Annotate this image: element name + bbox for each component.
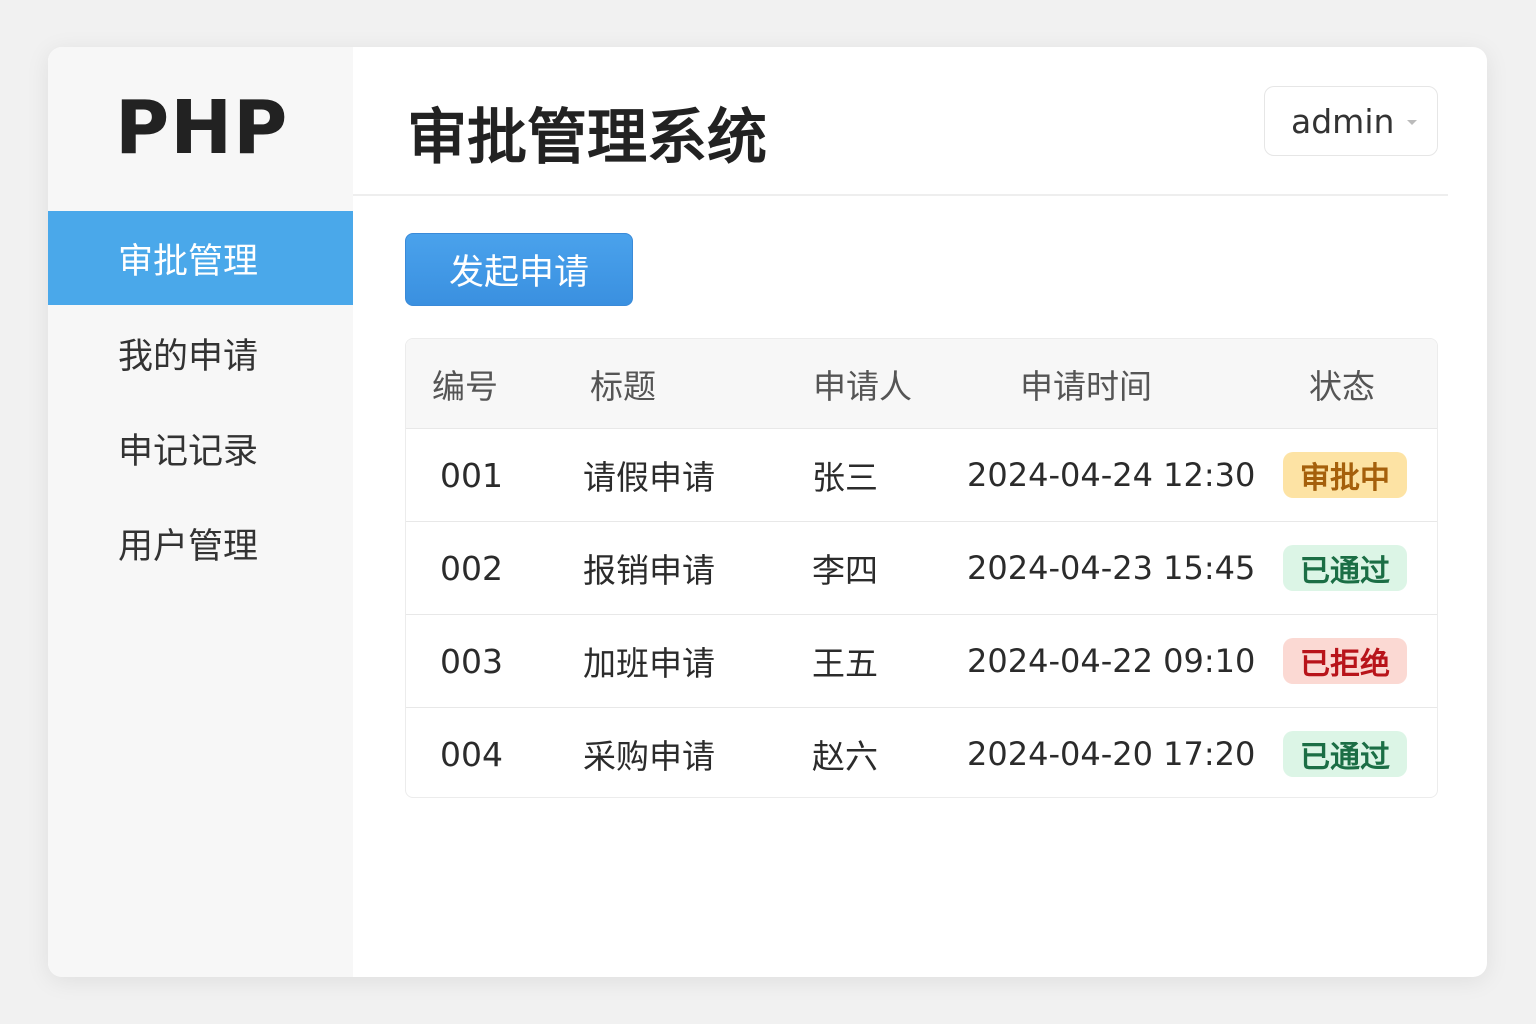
logo: PHP [115, 85, 289, 171]
cell-applicant: 张三 [812, 458, 878, 497]
sidebar-item-approval-management[interactable]: 审批管理 [48, 211, 353, 305]
status-badge: 已通过 [1283, 545, 1407, 591]
cell-time: 2024-04-22 09:10 [967, 642, 1256, 680]
status-badge: 已通过 [1283, 731, 1407, 777]
username: admin [1291, 101, 1395, 141]
sidebar-item-label: 审批管理 [118, 241, 259, 282]
cell-id: 001 [440, 455, 503, 495]
requests-table: 编号 标题 申请人 申请时间 状态 001 请假申请 张三 2024-04-24… [405, 338, 1438, 798]
caret-down-icon [1407, 120, 1417, 125]
sidebar-item-label: 用户管理 [118, 526, 259, 567]
page-title: 审批管理系统 [407, 103, 767, 173]
cell-id: 004 [440, 734, 503, 774]
sidebar-item-user-management[interactable]: 用户管理 [48, 496, 353, 590]
new-request-button[interactable]: 发起申请 [405, 233, 633, 306]
table-row[interactable]: 004 采购申请 赵六 2024-04-20 17:20 已通过 [406, 707, 1437, 797]
cell-id: 002 [440, 548, 503, 588]
app-window: PHP 审批管理 我的申请 申记记录 用户管理 审批管理系统 admin 发起申… [48, 47, 1487, 977]
cell-applicant: 赵六 [812, 737, 878, 776]
user-menu-dropdown[interactable]: admin [1264, 86, 1438, 156]
cell-title: 报销申请 [583, 551, 715, 590]
status-badge: 已拒绝 [1283, 638, 1407, 684]
status-badge: 审批中 [1283, 452, 1407, 498]
column-header-title: 标题 [590, 366, 656, 406]
cell-time: 2024-04-20 17:20 [967, 735, 1256, 773]
cell-title: 采购申请 [583, 737, 715, 776]
sidebar-item-label: 申记记录 [118, 431, 259, 472]
cell-id: 003 [440, 641, 503, 681]
table-row[interactable]: 002 报销申请 李四 2024-04-23 15:45 已通过 [406, 521, 1437, 614]
cell-time: 2024-04-23 15:45 [967, 549, 1256, 587]
cell-title: 加班申请 [583, 644, 715, 683]
cell-title: 请假申请 [583, 458, 715, 497]
table-row[interactable]: 001 请假申请 张三 2024-04-24 12:30 审批中 [406, 428, 1437, 521]
sidebar-item-label: 我的申请 [118, 336, 259, 377]
cell-applicant: 王五 [812, 644, 878, 683]
sidebar: PHP 审批管理 我的申请 申记记录 用户管理 [48, 47, 353, 977]
table-row[interactable]: 003 加班申请 王五 2024-04-22 09:10 已拒绝 [406, 614, 1437, 707]
cell-time: 2024-04-24 12:30 [967, 456, 1256, 494]
column-header-time: 申请时间 [1020, 366, 1152, 406]
header-divider [353, 194, 1448, 196]
cell-applicant: 李四 [812, 551, 878, 590]
sidebar-item-my-requests[interactable]: 我的申请 [48, 306, 353, 400]
column-header-status: 状态 [1309, 366, 1375, 406]
table-header: 编号 标题 申请人 申请时间 状态 [406, 339, 1437, 428]
column-header-applicant: 申请人 [813, 366, 912, 406]
sidebar-item-records[interactable]: 申记记录 [48, 401, 353, 495]
column-header-id: 编号 [432, 366, 498, 406]
